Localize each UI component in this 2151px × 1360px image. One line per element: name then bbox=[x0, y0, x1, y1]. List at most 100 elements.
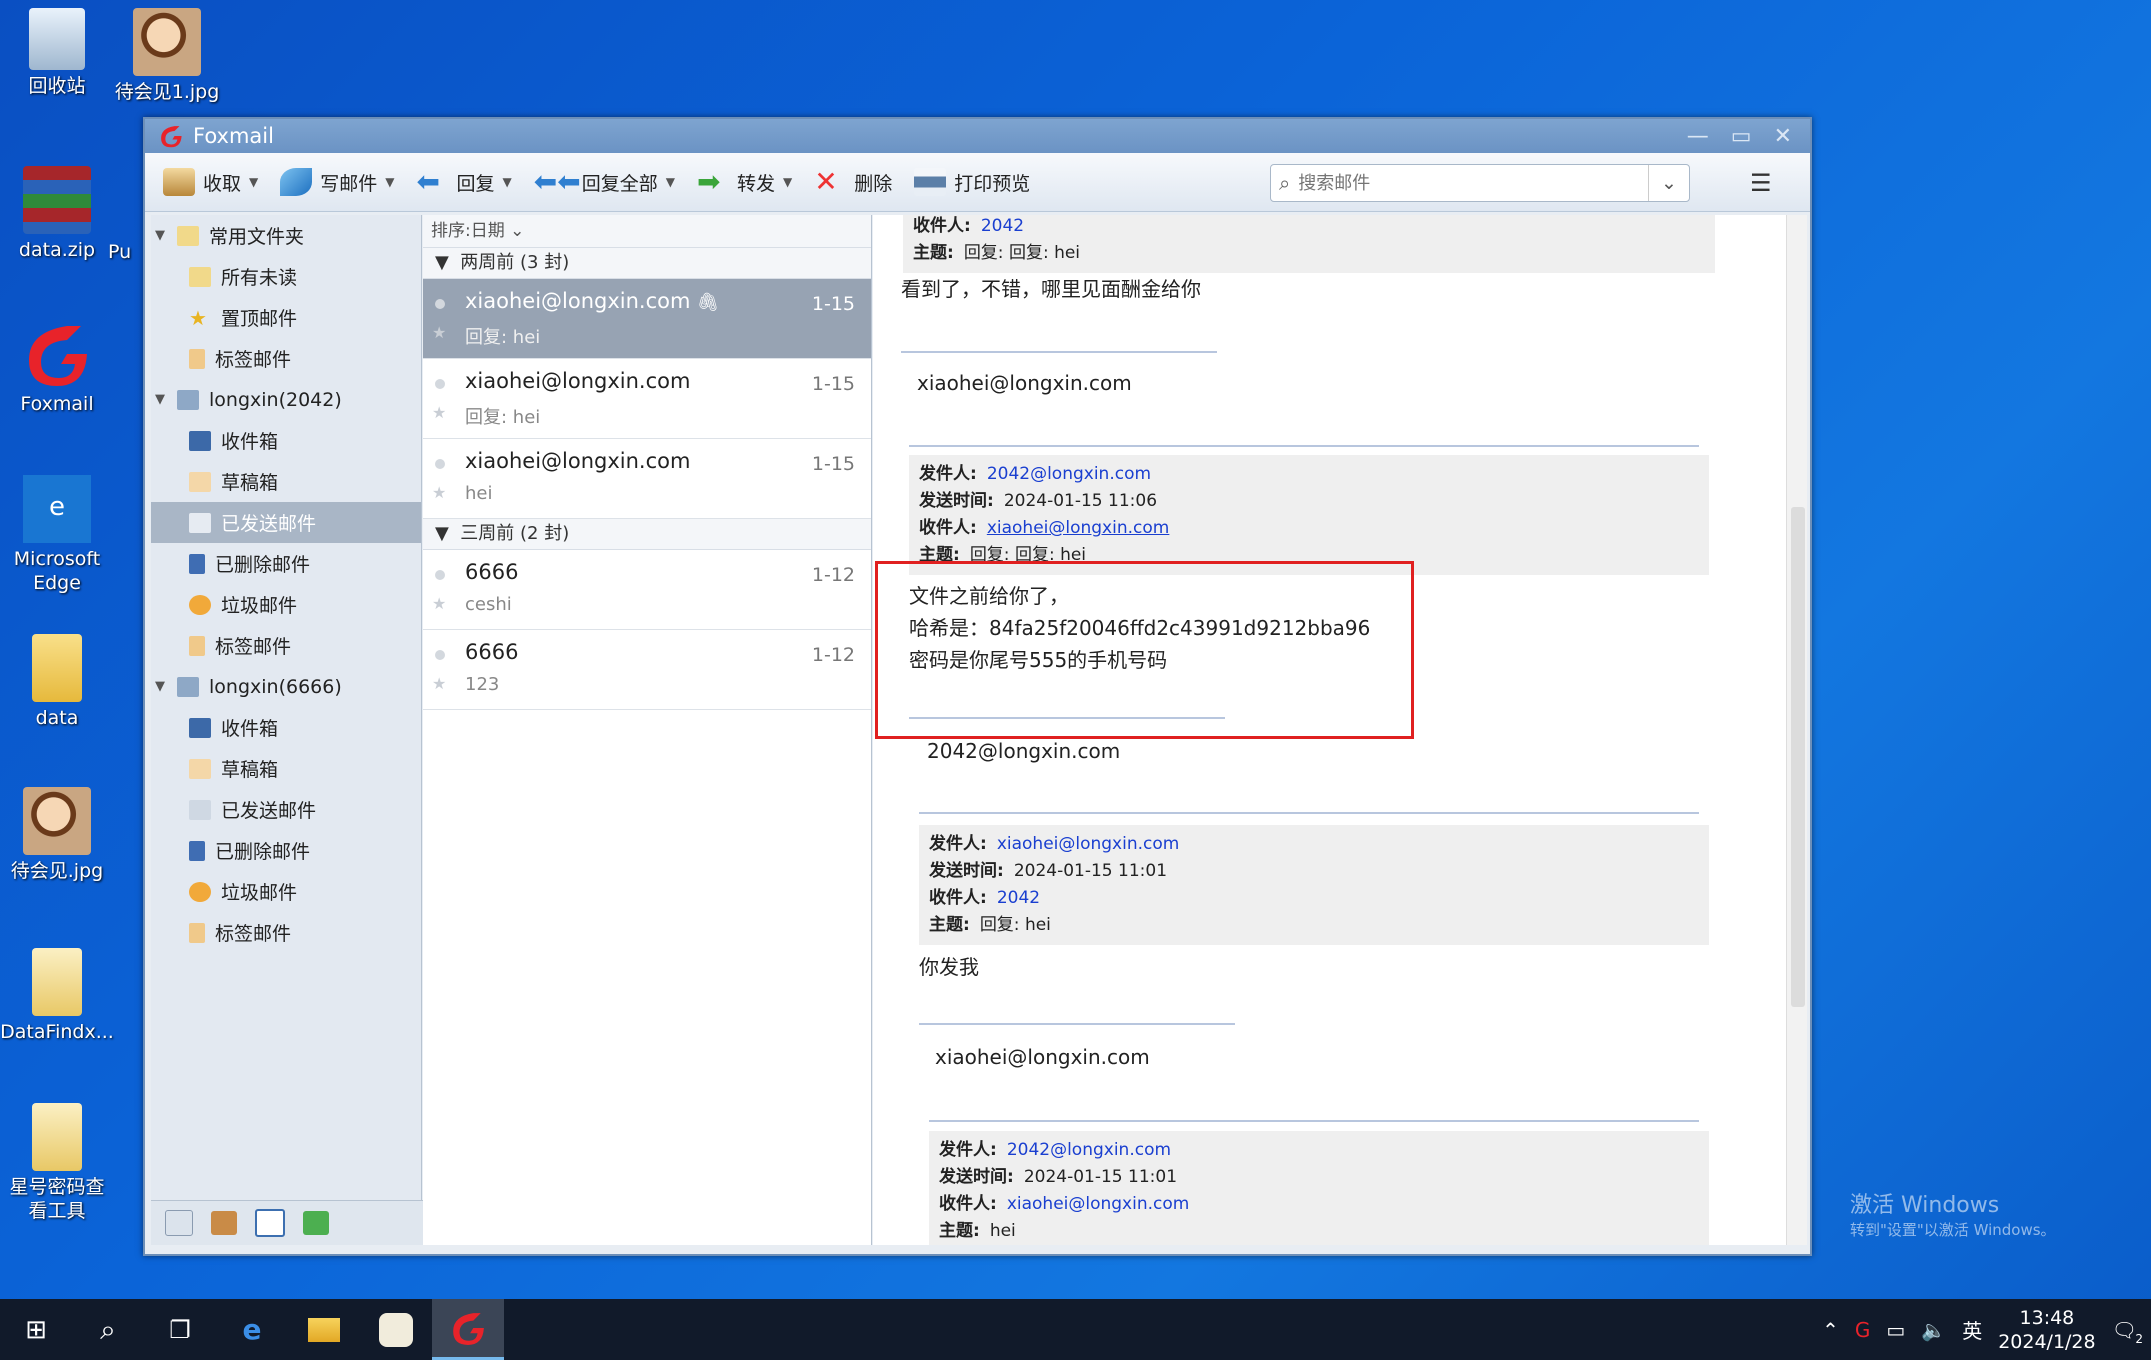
account-longxin-2042[interactable]: ▼ longxin(2042) bbox=[151, 379, 421, 420]
mail-list-item[interactable]: ★ 6666 123 1-12 bbox=[423, 630, 871, 710]
search-options-chevron-icon[interactable]: ⌄ bbox=[1648, 165, 1689, 201]
star-icon[interactable]: ★ bbox=[432, 403, 446, 422]
edge-browser-icon[interactable]: e bbox=[216, 1299, 288, 1360]
reply-button[interactable]: ⬅ 回复 ▼ bbox=[417, 168, 512, 196]
calendar-icon[interactable] bbox=[255, 1209, 285, 1237]
account-longxin-6666[interactable]: ▼ longxin(6666) bbox=[151, 666, 421, 707]
collapse-triangle-icon[interactable]: ▼ bbox=[155, 228, 173, 243]
maximize-icon[interactable]: ▭ bbox=[1731, 124, 1752, 149]
star-icon[interactable]: ★ bbox=[432, 323, 446, 342]
folder-drafts-2042[interactable]: 草稿箱 bbox=[151, 461, 421, 502]
mail-list-item[interactable]: ★ xiaohei@longxin.com 回复: hei 1-15 bbox=[423, 359, 871, 439]
time-label: 发送时间: bbox=[929, 861, 1004, 881]
desktop-icon-edge[interactable]: e Microsoft Edge bbox=[0, 475, 117, 595]
folder-tagged[interactable]: 标签邮件 bbox=[151, 338, 421, 379]
foxmail-taskbar-icon[interactable] bbox=[432, 1299, 504, 1360]
task-view-icon[interactable]: ❐ bbox=[144, 1299, 216, 1360]
desktop-icon-password-tool[interactable]: 星号密码查看工具 bbox=[0, 1103, 117, 1223]
desktop-icon-foxmail[interactable]: Foxmail bbox=[0, 320, 117, 416]
collapse-triangle-icon[interactable]: ▼ bbox=[155, 392, 173, 407]
scrollbar-thumb[interactable] bbox=[1791, 507, 1805, 1007]
vertical-scrollbar[interactable] bbox=[1786, 215, 1807, 1245]
mail-list-item[interactable]: ★ xiaohei@longxin.com 🖇 回复: hei 1-15 bbox=[423, 279, 871, 359]
read-status-dot-icon[interactable] bbox=[435, 570, 445, 580]
volume-muted-icon[interactable]: 🔈 bbox=[1921, 1318, 1946, 1342]
to-value[interactable]: 2042 bbox=[997, 888, 1040, 908]
compose-button[interactable]: 写邮件 ▼ bbox=[280, 168, 395, 196]
folder-inbox-2042[interactable]: 收件箱 bbox=[151, 420, 421, 461]
collapse-triangle-icon[interactable]: ▼ bbox=[155, 679, 173, 694]
from-value[interactable]: 2042@longxin.com bbox=[987, 464, 1151, 484]
desktop-icon-image-1[interactable]: 待会见1.jpg bbox=[107, 8, 227, 104]
mail-view-icon[interactable] bbox=[165, 1210, 193, 1236]
chevron-up-icon[interactable]: ⌃ bbox=[1822, 1318, 1839, 1342]
delete-button[interactable]: ✕ 删除 bbox=[814, 168, 892, 196]
star-icon[interactable]: ★ bbox=[432, 594, 446, 613]
folder-junk-2042[interactable]: 垃圾邮件 bbox=[151, 584, 421, 625]
close-icon[interactable]: ✕ bbox=[1774, 124, 1792, 149]
notification-icon[interactable]: 🗨 2 bbox=[2112, 1318, 2143, 1346]
chevron-down-icon[interactable]: ▼ bbox=[666, 175, 675, 189]
folder-inbox-6666[interactable]: 收件箱 bbox=[151, 707, 421, 748]
desktop-icon-datafindx[interactable]: DataFindx... bbox=[0, 948, 117, 1044]
folder-tags-2042[interactable]: 标签邮件 bbox=[151, 625, 421, 666]
foxmail-tray-icon[interactable]: G bbox=[1855, 1318, 1871, 1342]
desktop-icon-image-2[interactable]: 待会见.jpg bbox=[0, 787, 117, 883]
folder-drafts-6666[interactable]: 草稿箱 bbox=[151, 748, 421, 789]
read-status-dot-icon[interactable] bbox=[435, 379, 445, 389]
folder-deleted-2042[interactable]: 已删除邮件 bbox=[151, 543, 421, 584]
desktop-icon-pu[interactable]: Pu bbox=[108, 240, 138, 264]
from-value[interactable]: 2042@longxin.com bbox=[1007, 1140, 1171, 1160]
to-value[interactable]: xiaohei@longxin.com bbox=[987, 518, 1170, 538]
minimize-icon[interactable]: — bbox=[1687, 124, 1709, 149]
folder-pinned[interactable]: ★ 置顶邮件 bbox=[151, 297, 421, 338]
notes-icon[interactable] bbox=[303, 1211, 329, 1235]
from-value[interactable]: xiaohei@longxin.com bbox=[997, 834, 1180, 854]
folder-sent-2042[interactable]: 已发送邮件 bbox=[151, 502, 421, 543]
chevron-down-icon[interactable]: ▼ bbox=[783, 175, 792, 189]
title-bar[interactable]: Foxmail — ▭ ✕ bbox=[145, 119, 1810, 153]
folder-tags-6666[interactable]: 标签邮件 bbox=[151, 912, 421, 953]
star-icon[interactable]: ★ bbox=[432, 674, 446, 693]
sent-icon bbox=[189, 512, 211, 533]
star-icon[interactable]: ★ bbox=[432, 483, 446, 502]
desktop-icon-data-folder[interactable]: data bbox=[0, 634, 117, 730]
mail-group-header[interactable]: ▼ 三周前 (2 封) bbox=[423, 519, 871, 550]
desktop-icon-recycle-bin[interactable]: 回收站 bbox=[0, 8, 117, 98]
contacts-icon[interactable] bbox=[211, 1211, 237, 1235]
read-status-dot-icon[interactable] bbox=[435, 650, 445, 660]
search-input[interactable] bbox=[1296, 171, 1648, 195]
file-explorer-icon[interactable] bbox=[288, 1299, 360, 1360]
sheep-app-icon[interactable] bbox=[360, 1299, 432, 1360]
folder-group-common[interactable]: ▼ 常用文件夹 bbox=[151, 215, 421, 256]
folder-deleted-6666[interactable]: 已删除邮件 bbox=[151, 830, 421, 871]
mail-list-item[interactable]: ★ xiaohei@longxin.com hei 1-15 bbox=[423, 439, 871, 519]
folder-sent-6666[interactable]: 已发送邮件 bbox=[151, 789, 421, 830]
ime-indicator[interactable]: 英 bbox=[1962, 1315, 1982, 1344]
chevron-down-icon[interactable]: ▼ bbox=[249, 175, 258, 189]
receive-button[interactable]: 收取 ▼ bbox=[163, 168, 258, 196]
read-status-dot-icon[interactable] bbox=[435, 459, 445, 469]
print-preview-button[interactable]: 打印预览 bbox=[914, 168, 1030, 196]
folder-all-unread[interactable]: 所有未读 bbox=[151, 256, 421, 297]
reply-all-button[interactable]: ⬅⬅ 回复全部 ▼ bbox=[534, 168, 675, 196]
clock[interactable]: 13:48 2024/1/28 bbox=[1998, 1306, 2095, 1354]
chevron-down-icon[interactable]: ▼ bbox=[503, 175, 512, 189]
menu-list-icon[interactable]: ☰ bbox=[1750, 169, 1772, 197]
reply-all-label: 回复全部 bbox=[581, 172, 658, 195]
delete-label: 删除 bbox=[854, 172, 893, 195]
desktop-icon-data-zip[interactable]: data.zip bbox=[0, 166, 117, 262]
start-windows-icon[interactable]: ⊞ bbox=[0, 1299, 72, 1360]
chevron-down-icon[interactable]: ▼ bbox=[385, 175, 394, 189]
read-status-dot-icon[interactable] bbox=[435, 299, 445, 309]
to-value[interactable]: 2042 bbox=[981, 216, 1024, 236]
forward-button[interactable]: ➡ 转发 ▼ bbox=[697, 168, 792, 196]
folder-junk-6666[interactable]: 垃圾邮件 bbox=[151, 871, 421, 912]
sort-control[interactable]: 排序:日期 ⌄ bbox=[423, 215, 871, 248]
network-icon[interactable]: ▭ bbox=[1886, 1318, 1905, 1342]
search-icon[interactable]: ⌕ bbox=[72, 1299, 144, 1360]
folder-label: 标签邮件 bbox=[215, 923, 292, 945]
to-value[interactable]: xiaohei@longxin.com bbox=[1007, 1194, 1190, 1214]
mail-list-item[interactable]: ★ 6666 ceshi 1-12 bbox=[423, 550, 871, 630]
mail-group-header[interactable]: ▼ 两周前 (3 封) bbox=[423, 248, 871, 279]
